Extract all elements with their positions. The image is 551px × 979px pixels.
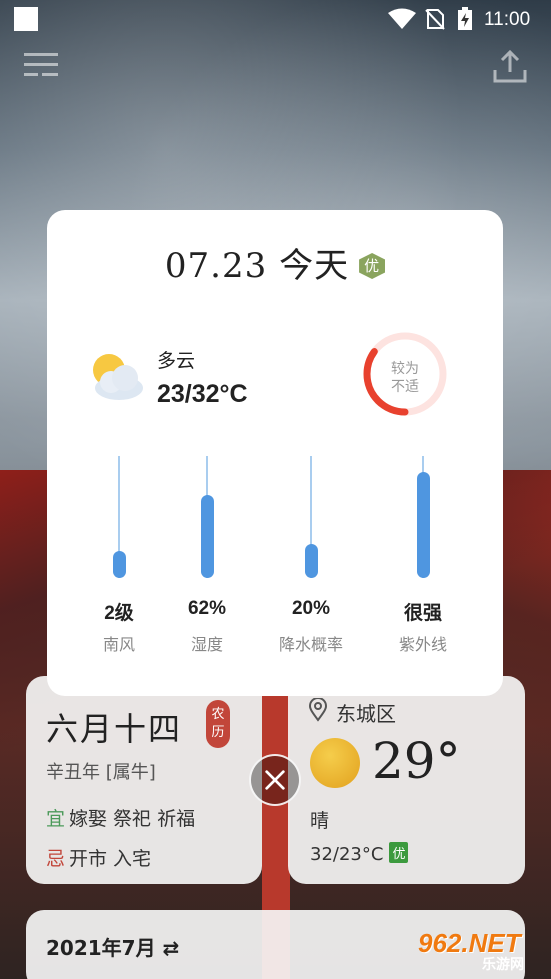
metric-value: 62% [187, 598, 227, 619]
weather-card[interactable]: 东城区 29° 晴 32/23°C 优 [288, 676, 525, 884]
clock: 11:00 [484, 9, 531, 30]
metric-humidity: 62% 湿度 [157, 456, 257, 666]
location-icon [308, 698, 328, 722]
metric-precipitation: 20% 降水概率 [261, 456, 361, 666]
metric-uv: 很强 紫外线 [373, 456, 473, 666]
battery-charging-icon [458, 7, 472, 30]
sun-icon [310, 738, 360, 788]
metric-label: 降水概率 [278, 635, 343, 654]
metric-bar [201, 495, 214, 578]
location-name: 东城区 [336, 702, 396, 726]
aqi-badge-small: 优 [389, 842, 409, 863]
watermark-sub: 乐游网 [482, 956, 524, 972]
notification-icon [14, 7, 38, 31]
lunar-date: 六月十四 [46, 710, 183, 748]
popup-date: 07.23 [164, 246, 268, 286]
auspicious-mark: 宜 [46, 808, 66, 830]
metric-value: 很强 [403, 603, 442, 624]
month-title[interactable]: 2021年7月 ⇄ [46, 932, 179, 961]
metric-label: 紫外线 [398, 635, 447, 654]
partly-cloudy-icon [93, 354, 143, 400]
comfort-line-1: 较为 [391, 361, 419, 377]
metric-bar [305, 544, 318, 578]
metric-bar [417, 472, 430, 578]
share-icon[interactable] [492, 48, 528, 84]
no-sim-icon [425, 9, 445, 30]
current-temperature: 29° [372, 732, 461, 790]
metric-label: 湿度 [190, 635, 223, 654]
metric-value: 2级 [104, 603, 134, 624]
inauspicious-items: 开市 入宅 [69, 848, 152, 870]
metric-value: 20% [291, 598, 331, 619]
range-value: 32/23°C [310, 844, 384, 865]
auspicious-items: 嫁娶 祭祀 祈福 [69, 808, 196, 830]
inauspicious-mark: 忌 [46, 848, 66, 870]
status-bar: 11:00 [0, 0, 551, 38]
temperature-range: 32/23°C 优 [310, 842, 409, 865]
site-watermark: 962.NET 乐游网 [412, 928, 548, 974]
lunar-year: 辛丑年 [属牛] [46, 762, 156, 783]
close-button[interactable] [249, 754, 301, 806]
daily-weather-popup: 07.23 今天优 多云 23/32°C 较为 不适 2级 南风 62% 湿度 [47, 210, 503, 696]
current-condition: 晴 [310, 810, 330, 832]
lunar-calendar-card[interactable]: 六月十四 农历 辛丑年 [属牛] 宜嫁娶 祭祀 祈福 忌开市 入宅 [26, 676, 262, 884]
metric-label: 南风 [102, 635, 135, 654]
comfort-label: 较为 不适 [367, 360, 443, 396]
weather-metrics: 2级 南风 62% 湿度 20% 降水概率 很强 紫外线 [47, 456, 503, 666]
inauspicious-line: 忌开市 入宅 [46, 844, 151, 871]
aqi-badge: 优 [359, 253, 386, 279]
condition-name: 多云 [157, 350, 196, 372]
popup-title: 07.23 今天优 [47, 238, 503, 287]
comfort-line-2: 不适 [391, 379, 419, 395]
metric-bar [113, 551, 126, 578]
lunar-badge: 农历 [206, 700, 230, 748]
menu-icon[interactable] [24, 50, 58, 80]
metric-wind: 2级 南风 [69, 456, 169, 666]
auspicious-line: 宜嫁娶 祭祀 祈福 [46, 804, 195, 831]
wifi-icon [388, 8, 416, 29]
condition-temperature: 23/32°C [157, 380, 248, 408]
popup-day: 今天 [279, 246, 350, 286]
